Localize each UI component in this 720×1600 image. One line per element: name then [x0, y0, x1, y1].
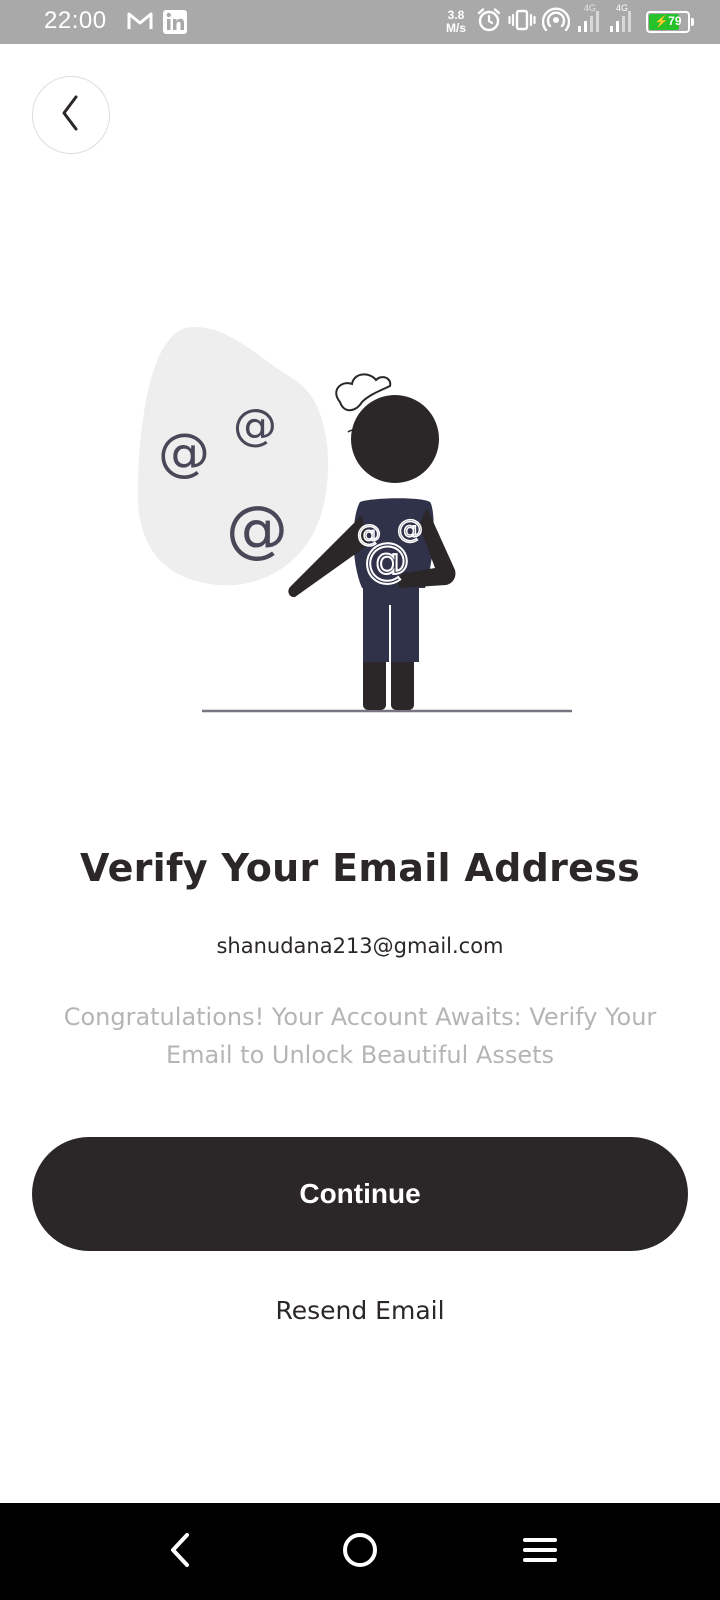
battery-level-value: 79	[668, 14, 682, 28]
at-symbol: @	[158, 423, 210, 483]
battery-icon: ⚡79	[646, 11, 694, 33]
resend-email-link[interactable]: Resend Email	[0, 1296, 720, 1325]
signal-icon: 4G	[576, 3, 602, 38]
back-button[interactable]	[32, 76, 110, 154]
status-time: 22:00	[44, 7, 107, 34]
nav-back-button[interactable]	[155, 1527, 205, 1577]
battery-cap	[691, 18, 694, 26]
alarm-icon	[476, 7, 502, 37]
continue-button[interactable]: Continue	[32, 1137, 688, 1251]
page-title: Verify Your Email Address	[79, 846, 641, 890]
chevron-left-icon	[56, 93, 86, 137]
battery-level: ⚡79	[654, 14, 682, 28]
email-illustration: @ @ @ @ @ @	[130, 320, 590, 730]
nav-home-button[interactable]	[335, 1527, 385, 1577]
email-address: shanudana213@gmail.com	[216, 934, 504, 958]
linkedin-icon	[162, 9, 188, 39]
status-bar: 22:00 3.8 M/s 4G 4G ⚡79	[0, 0, 720, 44]
network-speed-unit: M/s	[445, 21, 466, 35]
status-right: 3.8 M/s 4G 4G ⚡79	[446, 3, 694, 38]
home-icon	[340, 1530, 380, 1574]
network-speed: 3.8 M/s	[446, 9, 466, 35]
notification-icons	[126, 9, 188, 39]
menu-icon	[522, 1535, 558, 1569]
hotspot-icon	[541, 7, 571, 37]
figure-head	[351, 395, 439, 483]
network-type-1: 4G	[584, 3, 597, 13]
signal-icon-2: 4G	[608, 3, 634, 38]
at-symbol: @	[226, 492, 288, 565]
nav-menu-button[interactable]	[515, 1527, 565, 1577]
at-symbol: @	[364, 533, 410, 587]
back-icon	[165, 1530, 195, 1574]
navigation-bar	[0, 1503, 720, 1600]
vibrate-icon	[508, 7, 536, 37]
network-type-2: 4G	[616, 3, 629, 13]
at-symbol: @	[233, 400, 277, 451]
subtitle-text: Congratulations! Your Account Awaits: Ve…	[63, 1003, 657, 1069]
gmail-icon	[126, 9, 154, 39]
